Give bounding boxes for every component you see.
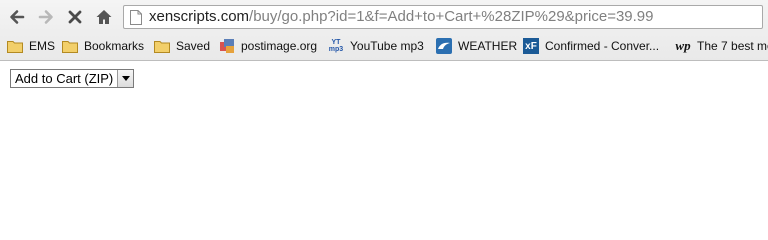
home-button[interactable] — [93, 6, 115, 28]
forward-button[interactable] — [35, 6, 57, 28]
stop-icon — [68, 10, 82, 24]
cart-option-select[interactable]: Add to Cart (ZIP) — [10, 69, 135, 88]
washington-post-icon-text: wp — [675, 38, 691, 53]
bookmarks-bar: EMS Bookmarks Saved postimage.org YT mp3… — [0, 33, 768, 59]
bookmark-confirmed-conver[interactable]: xF Confirmed - Conver... — [523, 36, 659, 56]
browser-chrome: xenscripts.com/buy/go.php?id=1&f=Add+to+… — [0, 0, 768, 61]
bookmark-the-7-best[interactable]: wp The 7 best mo — [675, 36, 768, 56]
folder-icon — [7, 38, 23, 54]
folder-icon — [62, 38, 78, 54]
back-button[interactable] — [6, 6, 28, 28]
url-path: /buy/go.php?id=1&f=Add+to+Cart+%28ZIP%29… — [249, 8, 654, 25]
home-icon — [96, 10, 112, 24]
bookmark-youtube-mp3[interactable]: YT mp3 YouTube mp3 — [328, 36, 424, 56]
bookmark-label: postimage.org — [241, 39, 318, 53]
folder-icon — [154, 38, 170, 54]
bookmark-label: Bookmarks — [84, 39, 145, 53]
navigation-bar: xenscripts.com/buy/go.php?id=1&f=Add+to+… — [0, 0, 768, 33]
bookmark-weather[interactable]: WEATHER — [436, 36, 517, 56]
bookmark-ems[interactable]: EMS — [7, 36, 55, 56]
url-host: xenscripts.com — [149, 8, 250, 25]
bookmark-label: Confirmed - Conver... — [545, 39, 660, 53]
url-text: xenscripts.com/buy/go.php?id=1&f=Add+to+… — [149, 8, 654, 26]
page-icon — [130, 10, 142, 25]
bookmark-bookmarks[interactable]: Bookmarks — [62, 36, 144, 56]
youtube-mp3-icon-bottom: mp3 — [328, 46, 344, 53]
youtube-mp3-icon: YT mp3 — [328, 38, 344, 54]
select-value: Add to Cart (ZIP) — [15, 71, 114, 86]
bookmark-label: YouTube mp3 — [350, 39, 424, 53]
bookmark-label: EMS — [29, 39, 56, 53]
stop-button[interactable] — [64, 6, 86, 28]
youtube-mp3-icon-top: YT — [331, 39, 341, 46]
bookmark-label: Saved — [176, 39, 211, 53]
postimage-icon — [219, 38, 235, 54]
xenforo-icon-text: xF — [525, 40, 537, 52]
bookmark-saved[interactable]: Saved — [154, 36, 210, 56]
page-content: Add to Cart (ZIP) — [0, 61, 768, 229]
washington-post-icon: wp — [675, 38, 691, 54]
forward-arrow-icon — [38, 10, 53, 24]
back-arrow-icon — [10, 10, 25, 24]
bookmark-postimage[interactable]: postimage.org — [219, 36, 317, 56]
bookmark-label: WEATHER — [458, 39, 518, 53]
address-bar[interactable]: xenscripts.com/buy/go.php?id=1&f=Add+to+… — [123, 5, 763, 29]
bookmark-label: The 7 best mo — [697, 39, 768, 53]
xenforo-icon: xF — [523, 38, 539, 54]
weather-icon — [436, 38, 452, 54]
dropdown-arrow-icon[interactable] — [117, 70, 134, 87]
